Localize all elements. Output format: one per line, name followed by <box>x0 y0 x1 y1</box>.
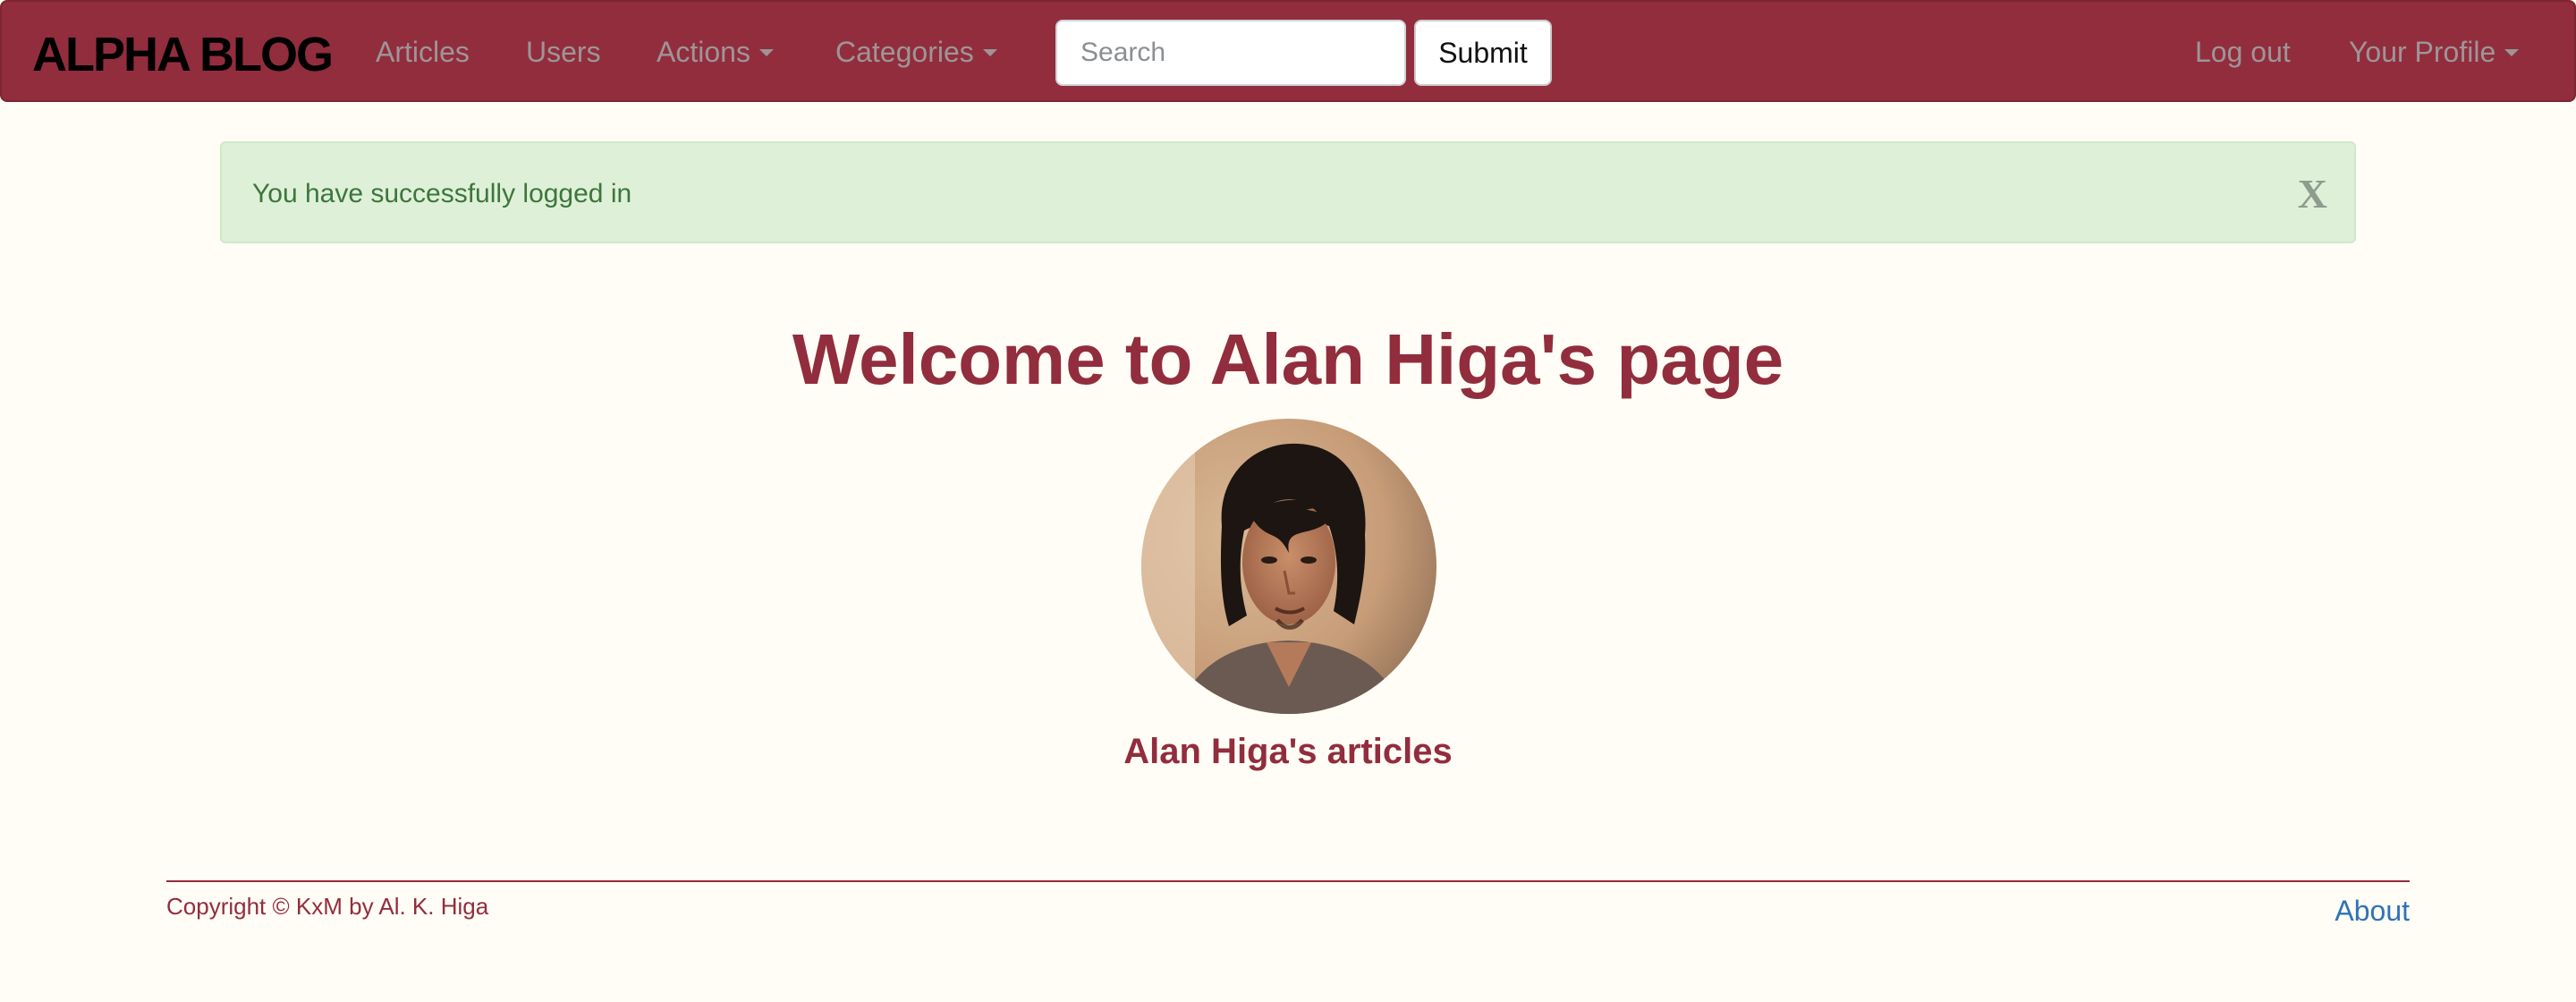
success-alert: You have successfully logged in X <box>220 141 2356 243</box>
about-link[interactable]: About <box>2334 895 2410 928</box>
nav-logout[interactable]: Log out <box>2195 36 2291 69</box>
nav-profile-dropdown[interactable]: Your Profile <box>2349 36 2520 69</box>
brand-logo[interactable]: ALPHA BLOG <box>32 27 334 82</box>
navbar: ALPHA BLOG Articles Users Actions Catego… <box>0 0 2576 102</box>
caret-down-icon <box>2504 48 2520 56</box>
nav-actions-label: Actions <box>657 36 750 68</box>
footer-divider <box>166 880 2410 882</box>
articles-heading: Alan Higa's articles <box>1123 732 1453 771</box>
nav-users[interactable]: Users <box>526 36 601 69</box>
alert-message: You have successfully logged in <box>252 179 632 208</box>
caret-down-icon <box>982 48 997 56</box>
avatar <box>1141 419 1436 714</box>
nav-articles[interactable]: Articles <box>376 36 470 69</box>
submit-button[interactable]: Submit <box>1414 20 1552 86</box>
search-input[interactable] <box>1055 20 1406 86</box>
close-icon[interactable]: X <box>2298 170 2327 217</box>
user-photo-icon <box>1141 419 1436 714</box>
nav-profile-label: Your Profile <box>2349 36 2496 68</box>
copyright-text: Copyright © KxM by Al. K. Higa <box>166 893 489 920</box>
nav-actions-dropdown[interactable]: Actions <box>657 36 774 69</box>
nav-categories-dropdown[interactable]: Categories <box>835 36 997 69</box>
page-title: Welcome to Alan Higa's page <box>792 319 1784 399</box>
caret-down-icon <box>758 48 774 56</box>
nav-categories-label: Categories <box>835 36 974 68</box>
